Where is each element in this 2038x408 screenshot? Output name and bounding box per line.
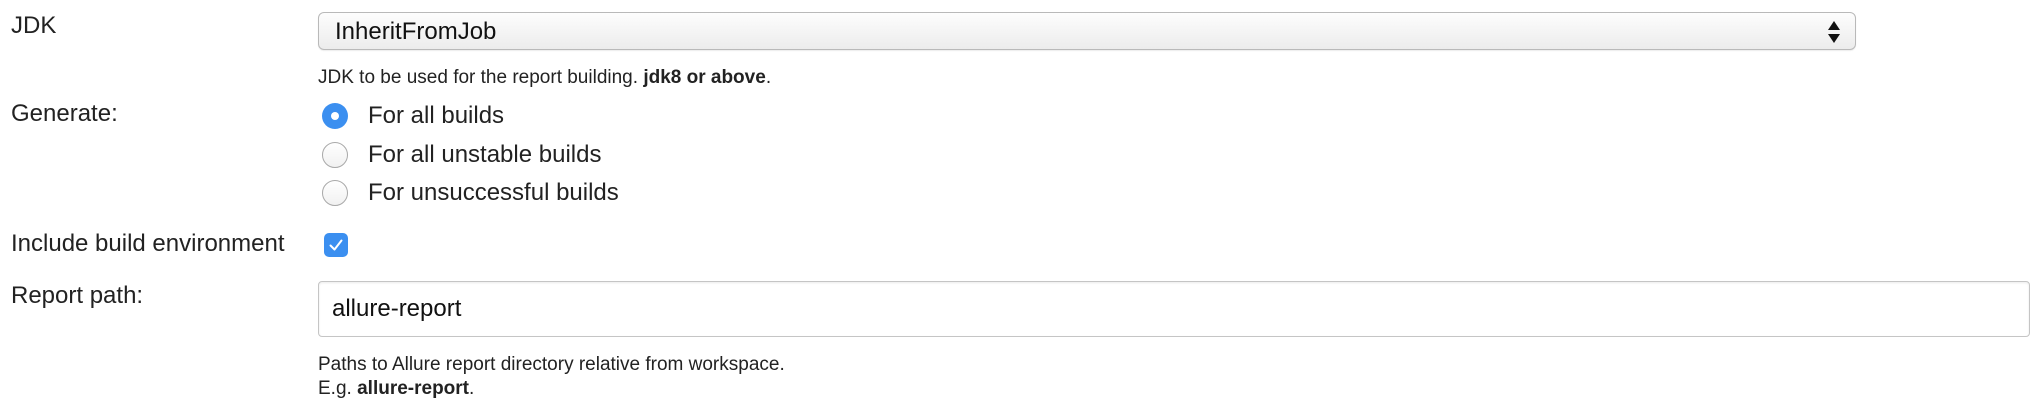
include-env-label: Include build environment (11, 230, 285, 257)
report-path-help-line1: Paths to Allure report directory relativ… (318, 354, 785, 375)
report-path-help-suffix: . (469, 378, 475, 399)
report-path-input[interactable] (318, 281, 2030, 337)
jdk-selected-value: InheritFromJob (335, 18, 497, 45)
report-path-help-prefix: E.g. (318, 378, 352, 399)
jdk-help-bold: jdk8 or above (643, 67, 766, 88)
radio-label: For all builds (368, 102, 505, 129)
report-path-help-line2: E.g. allure-report. (318, 377, 474, 401)
jdk-help-suffix: . (765, 67, 772, 88)
radio-button-checked[interactable] (322, 103, 348, 129)
jdk-help-text: JDK to be used for the report building. (318, 67, 639, 88)
report-path-help-bold: allure-report (357, 378, 470, 399)
radio-option-unsuccessful-builds[interactable]: For unsuccessful builds (322, 177, 619, 209)
radio-label: For all unstable builds (368, 141, 602, 168)
radio-button[interactable] (322, 142, 348, 168)
jdk-help: JDK to be used for the report building. … (318, 66, 771, 90)
include-env-checkbox[interactable] (324, 233, 348, 257)
radio-option-all-builds[interactable]: For all builds (322, 100, 504, 132)
generate-label: Generate: (11, 100, 118, 127)
select-arrows-icon (1827, 19, 1841, 45)
radio-button[interactable] (322, 180, 348, 206)
jdk-select[interactable]: InheritFromJob (318, 12, 1856, 50)
radio-option-unstable-builds[interactable]: For all unstable builds (322, 139, 601, 171)
report-path-label: Report path: (11, 282, 144, 309)
checkmark-icon (329, 239, 343, 251)
jdk-label: JDK (11, 12, 57, 39)
radio-label: For unsuccessful builds (368, 179, 619, 206)
